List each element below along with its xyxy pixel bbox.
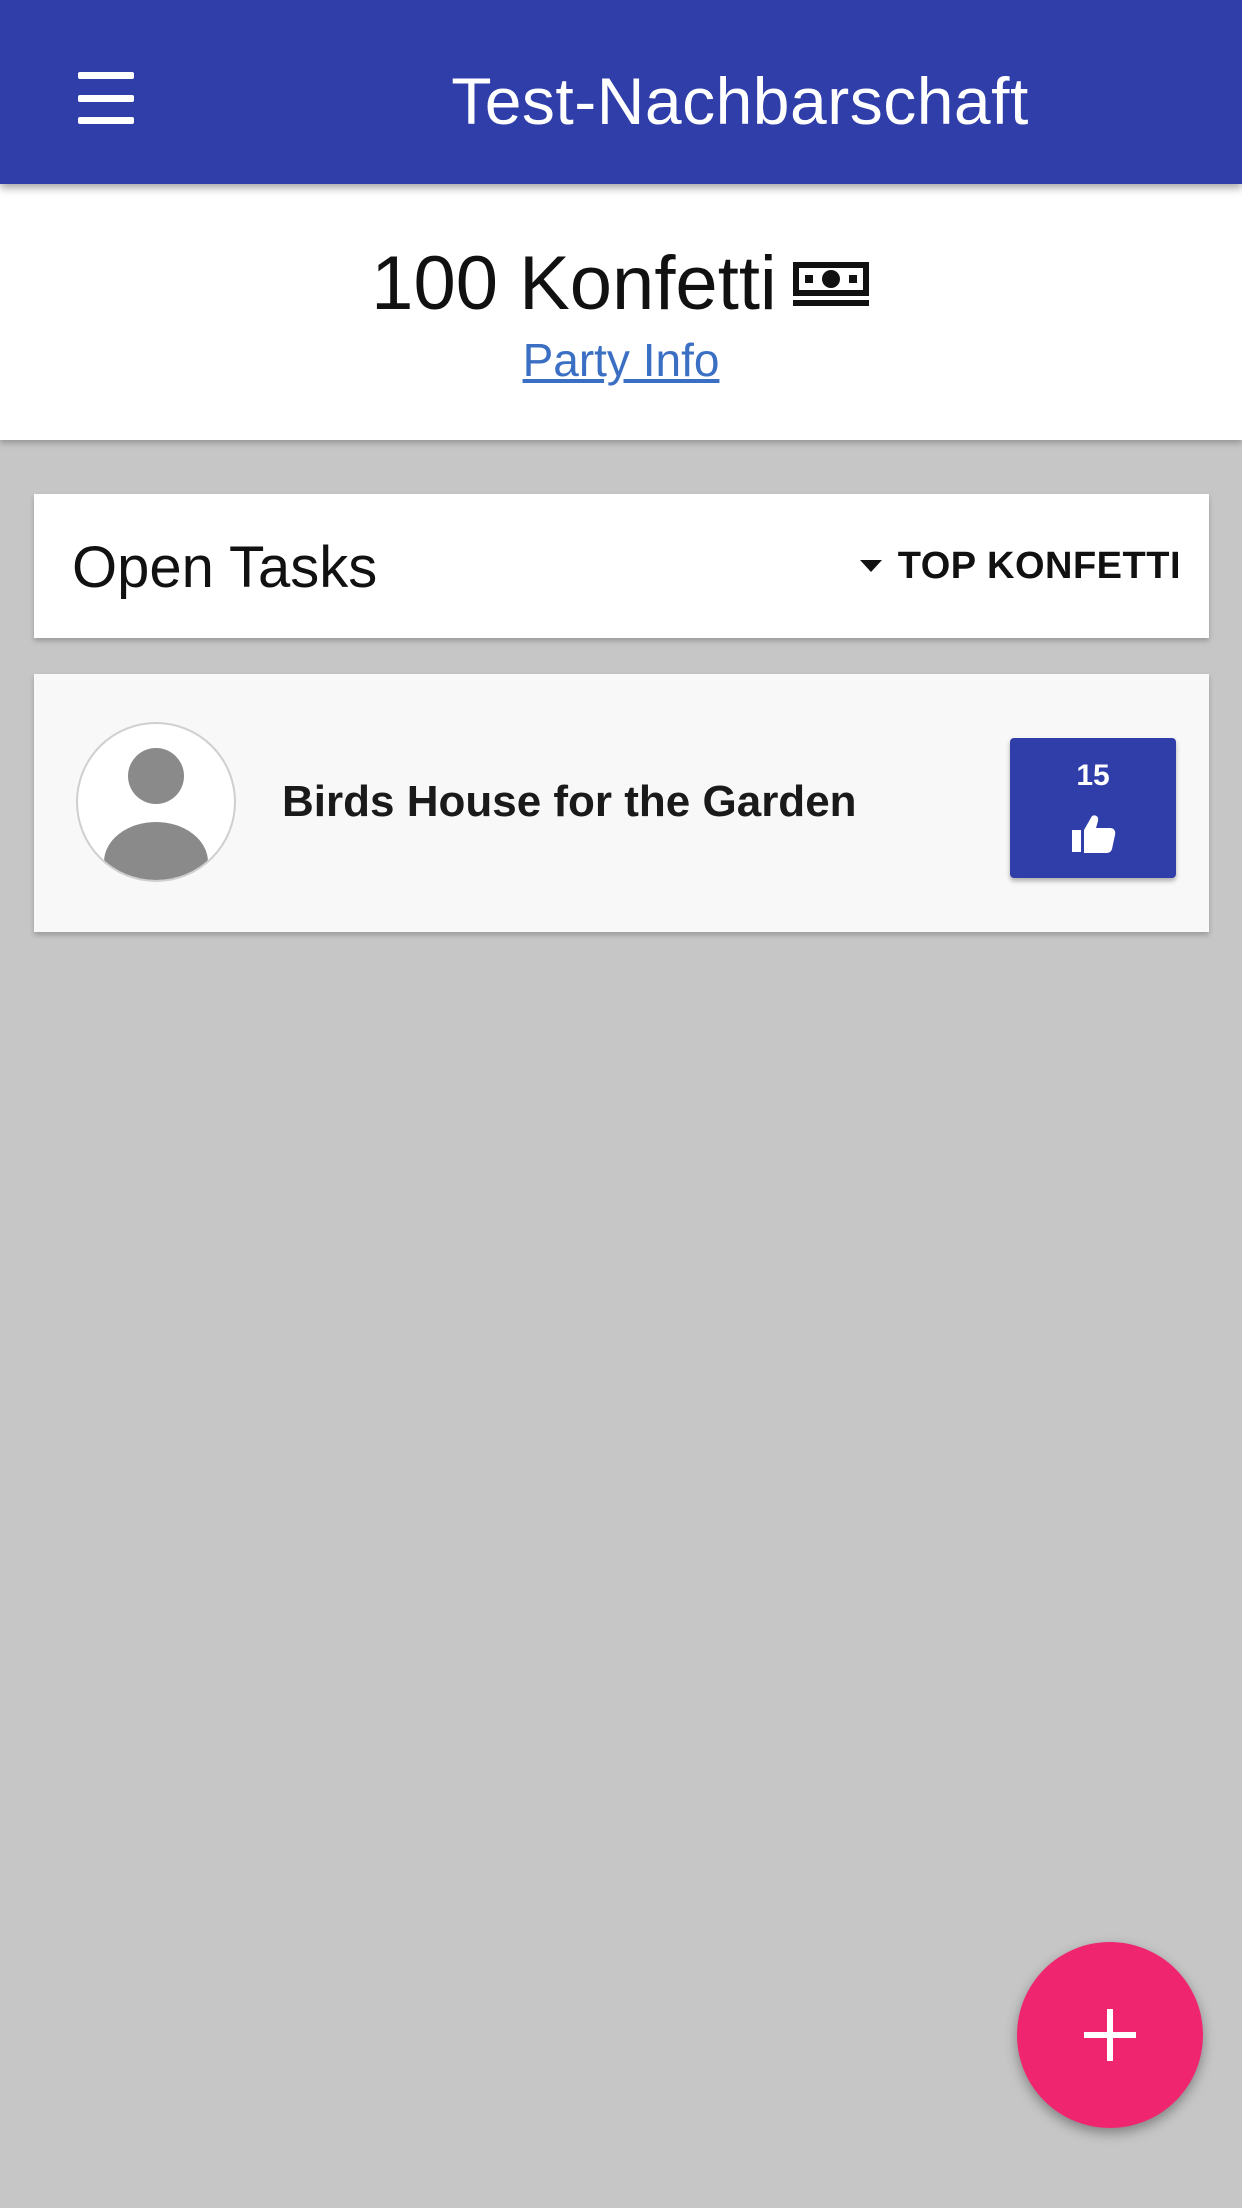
app-bar: Test-Nachbarschaft [0, 0, 1242, 184]
balance-panel: 100 Konfetti Party Info [0, 184, 1242, 440]
vote-button[interactable]: 15 [1010, 738, 1176, 878]
user-placeholder-icon [76, 722, 236, 882]
balance-line: 100 Konfetti [0, 238, 1242, 335]
sort-dropdown[interactable]: TOP KONFETTI [859, 538, 1181, 594]
task-card[interactable]: Birds House for the Garden 15 [34, 674, 1209, 932]
task-title: Birds House for the Garden [282, 777, 857, 826]
money-bill-icon [791, 237, 871, 329]
caret-down-icon [859, 560, 882, 572]
plus-icon [1080, 2005, 1140, 2070]
page-title: Test-Nachbarschaft [451, 64, 1029, 138]
sort-label: TOP KONFETTI [897, 544, 1181, 587]
konfetti-balance: 100 Konfetti [371, 241, 777, 326]
party-info-link-wrap: Party Info [0, 330, 1242, 390]
tasks-title: Open Tasks [72, 535, 378, 600]
party-info-link[interactable]: Party Info [523, 334, 720, 386]
add-task-button[interactable] [1017, 1942, 1203, 2128]
thumbs-up-icon [1070, 814, 1116, 859]
vote-count: 15 [1076, 759, 1110, 792]
hamburger-menu-icon[interactable] [60, 62, 152, 134]
tasks-header: Open Tasks TOP KONFETTI [34, 494, 1209, 638]
